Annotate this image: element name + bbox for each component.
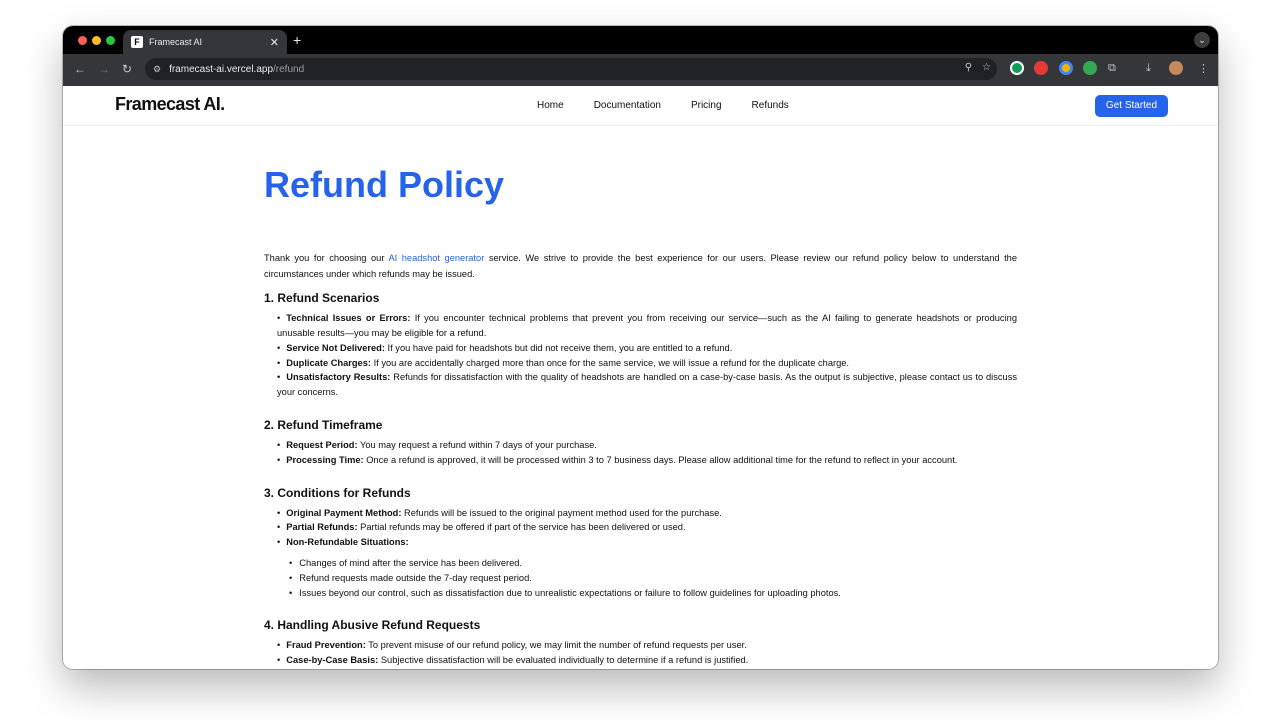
nav-home[interactable]: Home [537,100,564,111]
section-list: Original Payment Method: Refunds will be… [264,506,1017,550]
color-extension-icon[interactable] [1059,61,1073,75]
nav-refunds[interactable]: Refunds [752,100,789,111]
tab-search-icon[interactable]: ⌄ [1194,32,1210,48]
address-bar[interactable]: ⚙ framecast-ai.vercel.app/refund ⚲ ☆ [145,58,997,80]
page-title: Refund Policy [264,164,505,205]
list-item: Original Payment Method: Refunds will be… [264,506,1017,521]
section-heading: 4. Handling Abusive Refund Requests [264,618,481,633]
item-label: Technical Issues or Errors: [277,313,410,323]
item-label: Processing Time: [277,455,364,465]
nav-documentation[interactable]: Documentation [594,100,661,111]
section-heading: 3. Conditions for Refunds [264,485,411,500]
close-window-button[interactable] [78,36,87,45]
web-page: Framecast AI. Home Documentation Pricing… [63,86,1218,669]
browser-tab[interactable]: F Framecast AI ✕ [123,30,287,54]
item-text: If you are accidentally charged more tha… [371,357,850,368]
item-text: Refunds will be issued to the original p… [401,507,722,518]
browser-window: F Framecast AI ✕ + ⌄ ← → ↻ ⚙ framecast-a… [63,26,1218,669]
get-started-button[interactable]: Get Started [1095,95,1168,117]
profile-avatar[interactable] [1169,61,1183,75]
headshot-generator-link[interactable]: AI headshot generator [388,253,484,263]
url-path: /refund [273,63,305,75]
close-tab-icon[interactable]: ✕ [270,36,279,49]
favicon-icon: F [131,36,143,48]
grammarly-extension-icon[interactable] [1010,61,1024,75]
site-logo[interactable]: Framecast AI. [115,94,225,115]
site-header: Framecast AI. Home Documentation Pricing… [63,86,1218,126]
tab-title: Framecast AI [149,37,203,47]
sub-list-item: Changes of mind after the service has be… [289,556,1017,571]
browser-toolbar: ← → ↻ ⚙ framecast-ai.vercel.app/refund ⚲… [63,54,1218,86]
intro-paragraph: Thank you for choosing our AI headshot g… [264,251,1017,282]
list-item: Case-by-Case Basis: Subjective dissatisf… [264,653,1017,668]
item-text: If you have paid for headshots but did n… [384,342,733,353]
zoom-icon[interactable]: ⚲ [965,62,972,73]
item-label: Non-Refundable Situations: [277,537,409,547]
new-tab-icon[interactable]: + [293,32,301,48]
list-item: Request Period: You may request a refund… [264,438,1017,453]
list-item: Service Not Delivered: If you have paid … [264,341,1017,356]
site-nav: Home Documentation Pricing Refunds [537,100,789,111]
nav-pricing[interactable]: Pricing [691,100,722,111]
url-host: framecast-ai.vercel.app [169,63,274,75]
extensions-puzzle-icon[interactable]: ⧉ [1108,62,1116,75]
list-item: Duplicate Charges: If you are accidental… [264,356,1017,371]
list-item: Processing Time: Once a refund is approv… [264,453,1017,468]
item-text: Once a refund is approved, it will be pr… [363,454,958,465]
item-text: You may request a refund within 7 days o… [357,439,597,450]
sub-list-item: Issues beyond our control, such as dissa… [289,586,1017,601]
reload-icon[interactable]: ↻ [122,62,132,76]
list-item: Technical Issues or Errors: If you encou… [264,311,1017,341]
back-icon[interactable]: ← [74,62,86,76]
intro-text: Thank you for choosing our [264,253,389,263]
site-settings-icon[interactable]: ⚙ [153,64,161,75]
tab-strip: F Framecast AI ✕ + ⌄ [63,26,1218,54]
item-text: Partial refunds may be offered if part o… [357,522,686,533]
item-text: Subjective dissatisfaction will be evalu… [378,655,749,666]
maximize-window-button[interactable] [106,36,115,45]
item-text: To prevent misuse of our refund policy, … [365,640,747,651]
item-label: Original Payment Method: [277,508,401,518]
minimize-window-button[interactable] [92,36,101,45]
item-label: Case-by-Case Basis: [277,655,378,665]
item-label: Partial Refunds: [277,522,358,532]
refund-policy-content: Refund Policy Thank you for choosing our… [264,160,1017,668]
sub-list-item: Refund requests made outside the 7-day r… [289,571,1017,586]
list-item: Partial Refunds: Partial refunds may be … [264,520,1017,535]
bookmark-star-icon[interactable]: ☆ [982,62,991,73]
item-label: Request Period: [277,440,358,450]
browser-menu-icon[interactable]: ⋮ [1198,62,1209,75]
list-item: Unsatisfactory Results: Refunds for diss… [264,370,1017,400]
download-icon[interactable]: ⤓ [1146,62,1151,75]
item-label: Service Not Delivered: [277,343,385,353]
list-item: Fraud Prevention: To prevent misuse of o… [264,638,1017,653]
section-list: Fraud Prevention: To prevent misuse of o… [264,638,1017,668]
list-item: Non-Refundable Situations: [264,535,1017,550]
item-label: Fraud Prevention: [277,640,366,650]
non-refundable-list: Changes of mind after the service has be… [264,556,1017,600]
green-extension-icon[interactable] [1083,61,1097,75]
section-heading: 1. Refund Scenarios [264,291,380,306]
section-list: Request Period: You may request a refund… [264,438,1017,468]
section-heading: 2. Refund Timeframe [264,417,383,432]
item-label: Unsatisfactory Results: [277,372,390,382]
section-list: Technical Issues or Errors: If you encou… [264,311,1017,400]
item-label: Duplicate Charges: [277,358,371,368]
adblock-extension-icon[interactable] [1034,61,1048,75]
forward-icon[interactable]: → [98,62,110,76]
